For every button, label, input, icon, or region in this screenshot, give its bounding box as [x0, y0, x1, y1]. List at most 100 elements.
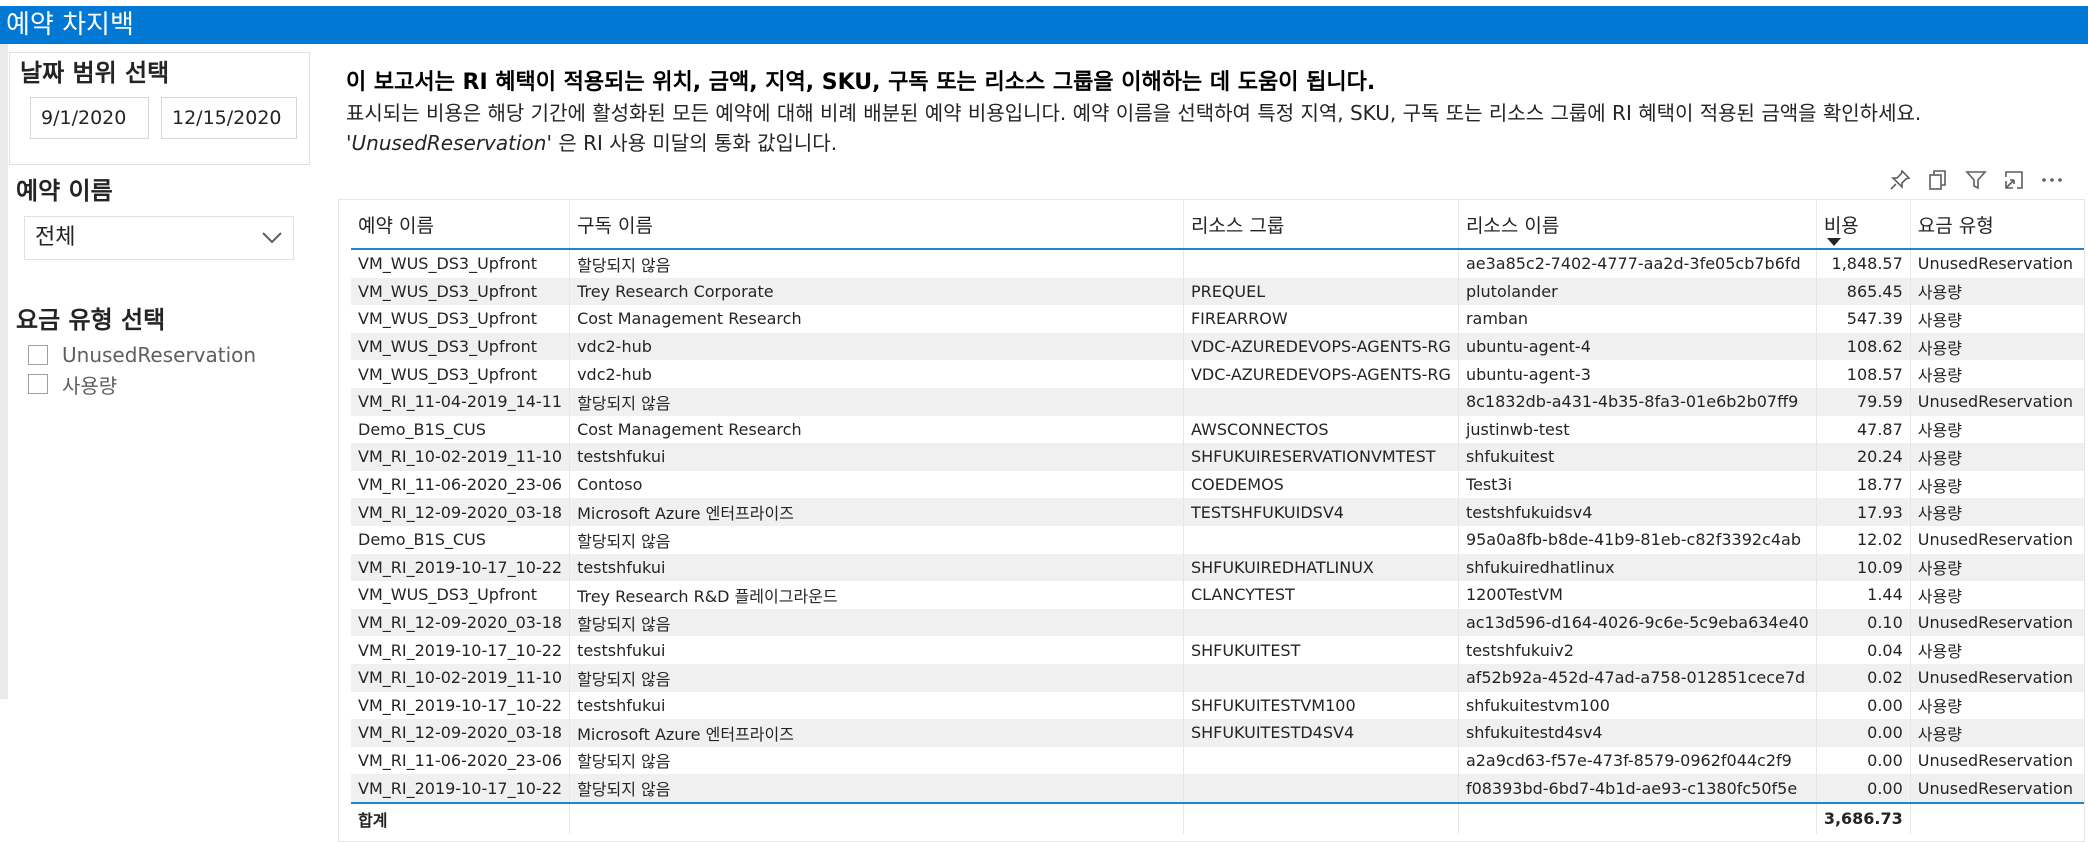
charge-type-cell: UnusedReservation: [1917, 254, 2074, 274]
table-row[interactable]: VM_WUS_DS3_Upfront Cost Management Resear…: [351, 305, 2084, 333]
more-options-icon[interactable]: [2040, 168, 2064, 192]
column-header-subscription-name[interactable]: 구독 이름: [569, 200, 1184, 250]
reservation-name-cell: VM_RI_10-02-2019_11-10: [351, 663, 571, 692]
resource-name-cell: 1200TestVM: [1458, 581, 1817, 609]
table-row[interactable]: VM_RI_10-02-2019_11-10 할당되지 않음 af52b92a-45…: [351, 663, 2084, 692]
table-row[interactable]: VM_RI_2019-10-17_10-22 testshfukui SHFUKUI…: [351, 691, 2084, 720]
column-header-reservation-name[interactable]: 예약 이름: [351, 200, 571, 250]
subscription-name-cell: vdc2-hub: [569, 332, 1184, 361]
table-row[interactable]: VM_WUS_DS3_Upfront vdc2-hub VDC-AZUREDEVOP…: [351, 332, 2084, 361]
reservation-name-cell: VM_WUS_DS3_Upfront: [351, 277, 571, 306]
subscription-name-cell: Microsoft Azure 엔터프라이즈: [569, 719, 1184, 747]
subscription-name-cell: testshfukui: [569, 553, 1184, 582]
charge-type-cell: 사용량: [1917, 476, 1962, 496]
cost-cell: 0.00: [1816, 719, 1911, 747]
resource-name-cell: testshfukuiv2: [1458, 636, 1817, 664]
description-italic: 'UnusedReservation': [346, 131, 552, 155]
resource-group-cell: SHFUKUIREDHATLINUX: [1183, 553, 1459, 582]
table-row[interactable]: VM_RI_2019-10-17_10-22 할당되지 않음 f08393bd-6b…: [351, 774, 2084, 803]
charge-type-cell: 사용량: [1917, 421, 1962, 441]
reservation-name-cell: Demo_B1S_CUS: [351, 525, 571, 554]
pin-icon[interactable]: [1888, 168, 1912, 192]
reservation-name-cell: VM_WUS_DS3_Upfront: [351, 581, 571, 609]
resource-name-cell: ubuntu-agent-4: [1458, 332, 1817, 361]
cost-cell: 12.02: [1816, 525, 1911, 554]
resource-group-cell: CLANCYTEST: [1183, 581, 1459, 609]
focus-mode-icon[interactable]: [2002, 168, 2026, 192]
table-row[interactable]: VM_RI_2019-10-17_10-22 testshfukui SHFUKUI…: [351, 636, 2084, 664]
subscription-name-cell: Trey Research Corporate: [569, 277, 1184, 306]
resource-group-cell: PREQUEL: [1183, 277, 1459, 306]
table-row[interactable]: VM_RI_10-02-2019_11-10 testshfukui SHFUKUI…: [351, 443, 2084, 471]
subscription-name-cell: Contoso: [569, 470, 1184, 499]
reservation-name-dropdown[interactable]: 전체: [24, 216, 294, 260]
reservation-name-cell: VM_RI_11-06-2020_23-06: [351, 470, 571, 499]
subscription-name-cell: vdc2-hub: [569, 360, 1184, 388]
sort-descending-icon: [1826, 238, 1841, 246]
table-row[interactable]: VM_RI_2019-10-17_10-22 testshfukui SHFUKUI…: [351, 553, 2084, 582]
table-row[interactable]: VM_RI_12-09-2020_03-18 Microsoft Azure 엔터…: [351, 498, 2084, 526]
table-row[interactable]: VM_RI_12-09-2020_03-18 할당되지 않음 ac13d596-d1…: [351, 608, 2084, 637]
table-row[interactable]: VM_RI_11-04-2019_14-11 할당되지 않음 8c1832db-a4…: [351, 387, 2084, 416]
table-row[interactable]: Demo_B1S_CUS Cost Management Research AWSC…: [351, 415, 2084, 444]
table-row[interactable]: VM_RI_12-09-2020_03-18 Microsoft Azure 엔터…: [351, 719, 2084, 747]
cost-cell: 1,848.57: [1816, 249, 1911, 278]
filter-icon[interactable]: [1964, 168, 1988, 192]
total-cell: [1458, 801, 1817, 834]
column-header-resource-group[interactable]: 리소스 그룹: [1183, 200, 1459, 250]
charge-type-cell: 사용량: [1917, 586, 1962, 606]
table-row[interactable]: VM_WUS_DS3_Upfront vdc2-hub VDC-AZUREDEVOP…: [351, 360, 2084, 388]
cost-cell: 108.62: [1816, 332, 1911, 361]
reservation-name-title: 예약 이름: [16, 177, 113, 205]
resource-name-cell: shfukuiredhatlinux: [1458, 553, 1817, 582]
report-description: 표시되는 비용은 해당 기간에 활성화된 모든 예약에 대해 비례 배분된 예약…: [346, 98, 2076, 158]
cost-cell: 20.24: [1816, 443, 1911, 471]
resource-group-cell: SHFUKUITESTVM100: [1183, 691, 1459, 720]
charge-type-title: 요금 유형 선택: [16, 306, 166, 334]
checkbox[interactable]: [28, 345, 48, 365]
resource-name-cell: plutolander: [1458, 277, 1817, 306]
report-title: 예약 차지백: [0, 6, 2088, 44]
charge-type-option-usage[interactable]: 사용량: [28, 371, 117, 398]
resource-name-cell: shfukuitestd4sv4: [1458, 719, 1817, 747]
cost-cell: 79.59: [1816, 387, 1911, 416]
reservation-name-cell: VM_RI_12-09-2020_03-18: [351, 498, 571, 526]
table-row[interactable]: VM_WUS_DS3_Upfront Trey Research Corporat…: [351, 277, 2084, 306]
table-row[interactable]: Demo_B1S_CUS 할당되지 않음 95a0a8fb-b8de-41b9-81…: [351, 525, 2084, 554]
reservation-name-cell: VM_WUS_DS3_Upfront: [351, 332, 571, 361]
start-date-input[interactable]: 9/1/2020: [30, 97, 149, 139]
charge-type-cell: UnusedReservation: [1910, 774, 2084, 803]
charge-type-cell: UnusedReservation: [1917, 530, 2074, 550]
reservation-name-cell: VM_WUS_DS3_Upfront: [351, 249, 571, 278]
column-header-cost[interactable]: 비용: [1816, 200, 1911, 250]
column-header-cost-label: 비용: [1823, 214, 1859, 237]
checkbox[interactable]: [28, 374, 48, 394]
resource-name-cell: testshfukuidsv4: [1458, 498, 1817, 526]
column-header-resource-name[interactable]: 리소스 이름: [1458, 200, 1817, 250]
charge-type-option-unused[interactable]: UnusedReservation: [28, 342, 256, 368]
table-row[interactable]: VM_RI_11-06-2020_23-06 할당되지 않음 a2a9cd63-f5…: [351, 746, 2084, 775]
reservation-name-cell: VM_RI_12-09-2020_03-18: [351, 719, 571, 747]
total-cell: [1183, 801, 1459, 834]
table-row[interactable]: VM_WUS_DS3_Upfront Trey Research R&D 플레이그…: [351, 581, 2084, 609]
reservation-name-cell: VM_RI_2019-10-17_10-22: [351, 691, 571, 720]
total-label: 합계: [351, 801, 571, 834]
cost-cell: 865.45: [1816, 277, 1911, 306]
cost-cell: 47.87: [1816, 415, 1911, 444]
end-date-input[interactable]: 12/15/2020: [161, 97, 297, 139]
column-header-charge-type[interactable]: 요금 유형: [1910, 200, 2084, 250]
charge-type-cell: 사용량: [1910, 719, 2084, 747]
resource-group-cell: [1183, 746, 1459, 775]
table-row[interactable]: VM_RI_11-06-2020_23-06 Contoso COEDEMOS Tes…: [351, 470, 2084, 499]
table-row[interactable]: VM_WUS_DS3_Upfront 할당되지 않음 ae3a85c2-7402-4…: [351, 249, 2084, 278]
charge-type-cell: 사용량: [1910, 498, 2084, 526]
cost-cell: 0.04: [1816, 636, 1911, 664]
resource-name-cell: 8c1832db-a431-4b35-8fa3-01e6b2b07ff9: [1458, 387, 1817, 416]
copy-icon[interactable]: [1926, 168, 1950, 192]
chevron-down-icon: [262, 232, 282, 244]
subscription-name-cell: Trey Research R&D 플레이그라운드: [569, 581, 1184, 609]
reservation-name-cell: VM_RI_10-02-2019_11-10: [351, 443, 571, 471]
charge-type-cell: UnusedReservation: [1910, 387, 2084, 416]
reservation-name-selected: 전체: [35, 225, 76, 250]
subscription-name-cell: 할당되지 않음: [569, 774, 1184, 803]
